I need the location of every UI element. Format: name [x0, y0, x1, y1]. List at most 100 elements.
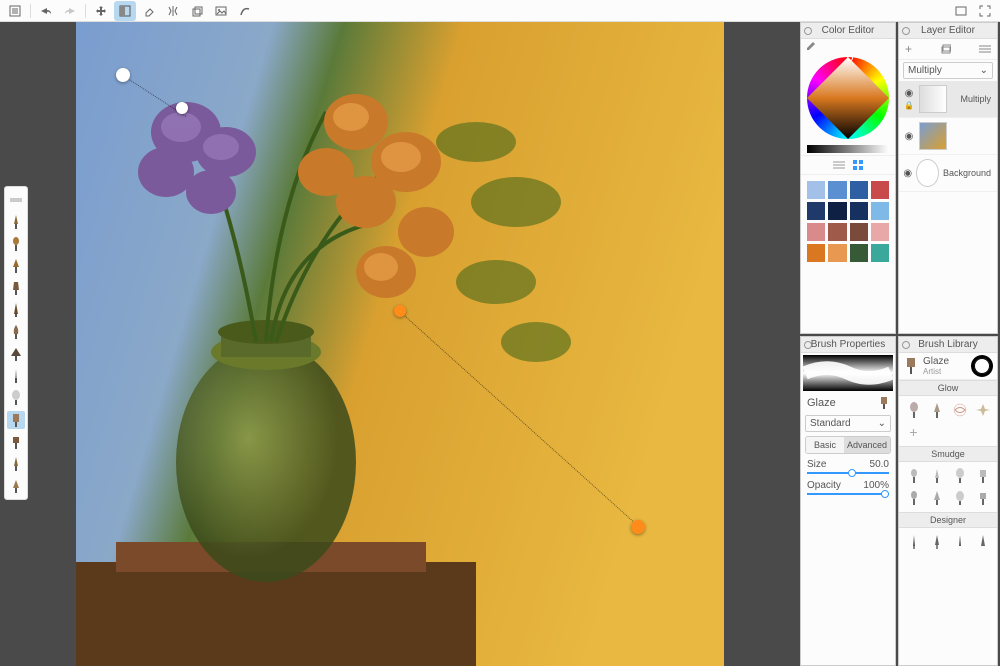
brush-preset-8[interactable] [7, 367, 25, 385]
color-triangle[interactable] [807, 57, 889, 139]
color-wheel[interactable] [807, 57, 889, 139]
color-swatch[interactable] [850, 202, 868, 220]
curve-tool[interactable] [234, 1, 256, 21]
brush-preset-4[interactable] [7, 279, 25, 297]
lib-brush[interactable] [903, 466, 924, 486]
presentation-button[interactable] [950, 1, 972, 21]
grayscale-strip[interactable] [807, 145, 889, 153]
color-swatch[interactable] [828, 181, 846, 199]
layer-editor-header[interactable]: Layer Editor [899, 23, 997, 39]
pin-icon[interactable] [902, 341, 910, 349]
tab-advanced[interactable]: Advanced [844, 437, 890, 453]
layer-menu-icon[interactable] [979, 45, 991, 53]
canvas[interactable] [76, 22, 724, 666]
move-tool[interactable] [90, 1, 112, 21]
brush-preset-9[interactable] [7, 389, 25, 407]
brush-preset-2[interactable] [7, 235, 25, 253]
opacity-slider[interactable] [807, 493, 889, 495]
add-brush-button[interactable]: + [903, 422, 924, 442]
redo-button[interactable] [59, 1, 81, 21]
lib-brush[interactable] [903, 488, 924, 508]
lib-brush[interactable] [949, 488, 970, 508]
brush-properties-header[interactable]: Brush Properties [801, 337, 895, 353]
color-swatch[interactable] [828, 223, 846, 241]
lock-icon[interactable]: 🔒 [903, 99, 915, 111]
color-swatch[interactable] [850, 223, 868, 241]
category-smudge[interactable]: Smudge [899, 446, 997, 462]
lib-brush[interactable] [972, 488, 993, 508]
brush-preset-6[interactable] [7, 323, 25, 341]
lib-brush[interactable] [926, 532, 947, 552]
color-swatch[interactable] [807, 223, 825, 241]
eraser-tool[interactable] [138, 1, 160, 21]
pin-icon[interactable] [804, 27, 812, 35]
brush-preset-12[interactable] [7, 455, 25, 473]
brush-preset-glaze[interactable] [7, 411, 25, 429]
layer-thumbnail [919, 122, 947, 150]
grid-view-icon[interactable] [853, 160, 863, 170]
gradient-start-handle[interactable] [116, 68, 130, 82]
layer-stack-icon[interactable] [941, 44, 951, 54]
lib-brush[interactable] [972, 466, 993, 486]
library-current-brush[interactable]: GlazeArtist [899, 353, 997, 380]
color-swatch[interactable] [807, 244, 825, 262]
color-swatch[interactable] [871, 202, 889, 220]
blend-mode-dropdown[interactable]: Multiply⌄ [903, 62, 993, 79]
brush-preset-7[interactable] [7, 345, 25, 363]
fullscreen-button[interactable] [974, 1, 996, 21]
color-swatch[interactable] [871, 244, 889, 262]
lib-brush[interactable] [903, 400, 924, 420]
color-editor-header[interactable]: Color Editor [801, 23, 895, 39]
layer-row-background[interactable]: ◉ Background [899, 155, 997, 192]
brush-preset-1[interactable] [7, 213, 25, 231]
symmetry-tool[interactable] [162, 1, 184, 21]
brush-mode-dropdown[interactable]: Standard⌄ [805, 415, 891, 432]
color-swatch[interactable] [871, 223, 889, 241]
visibility-icon[interactable]: ◉ [903, 167, 912, 179]
color-swatch[interactable] [828, 202, 846, 220]
tab-basic[interactable]: Basic [806, 437, 844, 453]
layer-row-multiply[interactable]: ◉🔒 Multiply [899, 81, 997, 118]
category-designer[interactable]: Designer [899, 512, 997, 528]
size-slider[interactable] [807, 472, 889, 474]
brush-handle-icon[interactable] [7, 191, 25, 209]
color-swatch[interactable] [807, 181, 825, 199]
brush-preset-11[interactable] [7, 433, 25, 451]
gradient-end-handle[interactable] [631, 520, 645, 534]
image-tool[interactable] [210, 1, 232, 21]
eyedropper-icon[interactable] [805, 41, 815, 51]
gradient-mid-handle[interactable] [176, 102, 188, 114]
brush-preset-13[interactable] [7, 477, 25, 495]
brush-preset-5[interactable] [7, 301, 25, 319]
undo-button[interactable] [35, 1, 57, 21]
lib-brush[interactable] [972, 532, 993, 552]
add-layer-icon[interactable]: + [905, 42, 912, 56]
gradient-tool[interactable] [114, 1, 136, 21]
gradient-color-handle[interactable] [394, 305, 406, 317]
lib-brush[interactable] [903, 532, 924, 552]
color-swatch[interactable] [850, 181, 868, 199]
color-swatch[interactable] [850, 244, 868, 262]
lib-brush[interactable] [926, 488, 947, 508]
color-swatch[interactable] [807, 202, 825, 220]
color-swatch[interactable] [828, 244, 846, 262]
layer-name: Background [943, 168, 993, 178]
lib-brush[interactable] [926, 466, 947, 486]
brush-library-header[interactable]: Brush Library [899, 337, 997, 353]
pin-icon[interactable] [902, 27, 910, 35]
lib-brush[interactable] [926, 400, 947, 420]
lib-brush[interactable] [949, 532, 970, 552]
list-view-icon[interactable] [833, 160, 845, 170]
brush-preset-3[interactable] [7, 257, 25, 275]
pin-icon[interactable] [804, 341, 812, 349]
color-swatch[interactable] [871, 181, 889, 199]
visibility-icon[interactable]: ◉ [903, 130, 915, 142]
category-glow[interactable]: Glow [899, 380, 997, 396]
lib-brush[interactable] [949, 400, 970, 420]
shape-tool[interactable] [186, 1, 208, 21]
visibility-icon[interactable]: ◉ [903, 87, 915, 99]
lib-brush[interactable] [949, 466, 970, 486]
menu-button[interactable] [4, 1, 26, 21]
layer-row-painting[interactable]: ◉ [899, 118, 997, 155]
lib-brush[interactable] [972, 400, 993, 420]
